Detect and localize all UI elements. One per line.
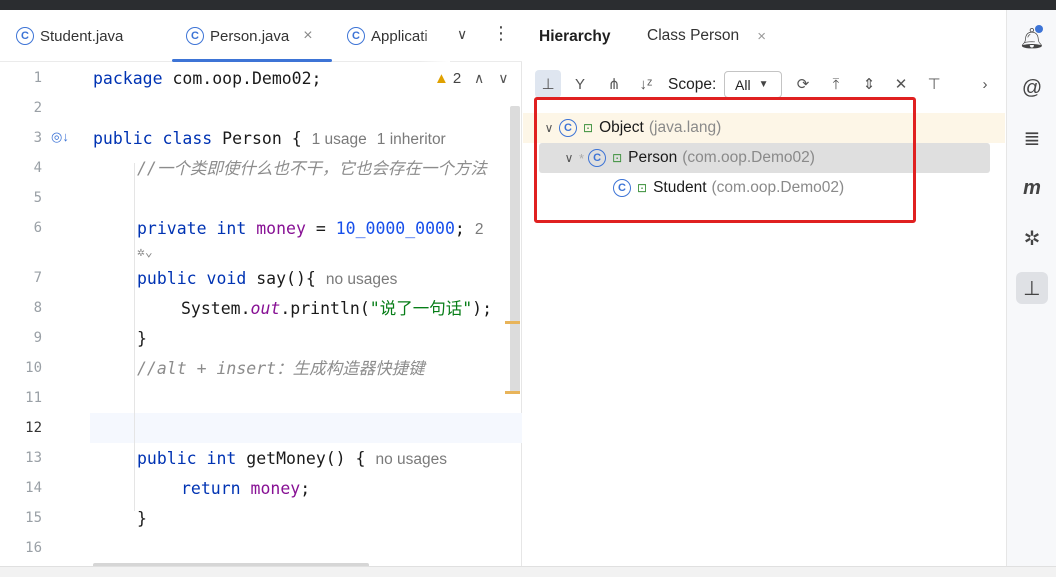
window-top-strip [0, 0, 1056, 10]
line-number: 5 [33, 190, 42, 206]
prev-next-problem-icons[interactable]: ∧∨ [474, 70, 523, 87]
indent-guide [134, 333, 135, 363]
class-icon: C [347, 27, 365, 45]
database-icon[interactable]: ≣ [1016, 122, 1048, 154]
current-line-highlight [90, 413, 522, 443]
line-number: 14 [25, 480, 42, 496]
warning-icon: ▲ [434, 70, 449, 87]
line-number: 13 [25, 450, 42, 466]
class-icon: C [186, 27, 204, 45]
expand-all-icon[interactable]: ⇕ [856, 70, 882, 98]
line-number: 8 [33, 300, 42, 316]
pin-icon[interactable]: ⊤ [921, 70, 947, 98]
collapse-all-icon[interactable]: ✕ [888, 70, 914, 98]
code-line-9: } [137, 329, 147, 348]
tab-close-icon[interactable]: × [303, 27, 312, 45]
type-hierarchy-icon[interactable]: ⊥ [535, 70, 561, 98]
supertypes-hierarchy-icon[interactable]: Y [567, 70, 593, 98]
line-number: 11 [25, 390, 42, 406]
code-editor: C Student.java C Person.java × C Applica… [0, 10, 522, 577]
scrollbar-warning-marker [505, 321, 520, 324]
tab-label: Person.java [210, 27, 290, 45]
code-line-8: System.out.println("说了一句话"); [181, 299, 493, 318]
more-options-icon[interactable]: ⋮ [492, 23, 510, 44]
vertical-scrollbar[interactable] [510, 106, 520, 394]
line-number: 7 [33, 270, 42, 286]
tab-label: Student.java [40, 27, 124, 45]
line-number-gutter: 1 2 3 ◎↓ 4 5 6 7 8 9 10 11 12 13 14 15 1… [0, 62, 90, 577]
hierarchy-header: Hierarchy Class Person × [523, 10, 1005, 62]
refresh-icon[interactable]: ⟳ [790, 70, 816, 98]
line-number: 12 [25, 420, 42, 436]
code-line-13: public int getMoney() {no usages [137, 449, 448, 468]
notifications-bell-icon[interactable]: 🔔︎ [1016, 22, 1048, 54]
line-number: 1 [33, 70, 42, 86]
usage-hint: no usages [325, 271, 398, 288]
code-area[interactable]: package com.oop.Demo02; public class Per… [90, 62, 522, 577]
annotation-highlight-box [534, 97, 916, 223]
inheritor-hint: 1 inheritor [376, 131, 446, 148]
code-line-4-comment: //一个类即使什么也不干，它也会存在一个方法 [137, 159, 487, 178]
tab-student-java[interactable]: C Student.java [16, 10, 166, 62]
maven-icon[interactable]: m [1016, 172, 1048, 204]
more-toolbar-chevron-icon[interactable]: › [972, 70, 998, 98]
code-line-10-comment: //alt + insert：生成构造器快捷键 [137, 359, 425, 378]
line-number: 6 [33, 220, 42, 236]
export-icon[interactable]: ⤒ [823, 70, 849, 98]
sort-alphabetically-icon[interactable]: ↓ᶻ [633, 70, 659, 98]
subtypes-hierarchy-icon[interactable]: ⋔ [601, 70, 627, 98]
editor-tab-bar: C Student.java C Person.java × C Applica… [0, 10, 522, 62]
code-line-1: package com.oop.Demo02; [93, 69, 322, 88]
close-icon[interactable]: × [757, 28, 766, 45]
code-line-15: } [137, 509, 147, 528]
scrollbar-warning-marker [505, 391, 520, 394]
code-line-6: private int money = 10_0000_0000; 2 [137, 219, 484, 238]
hierarchy-icon[interactable]: ⊥ [1016, 272, 1048, 304]
scope-value: All [735, 76, 751, 93]
warning-count: 2 [452, 70, 462, 87]
line-number: 16 [25, 540, 42, 556]
tab-class-person[interactable]: Class Person × [633, 18, 780, 54]
status-strip [0, 566, 1056, 577]
line-number: 4 [33, 160, 42, 176]
usage-hint: no usages [375, 451, 448, 468]
scope-dropdown[interactable]: All ▼ [724, 71, 782, 98]
implemented-overridden-gutter-icon[interactable]: ◎↓ [51, 129, 69, 145]
inspection-widget[interactable]: ▲ 2 [434, 70, 461, 87]
dropdown-caret-icon: ▼ [758, 79, 769, 90]
hierarchy-title: Hierarchy [539, 28, 611, 45]
tab-label: Class Person [647, 27, 740, 44]
ai-assistant-icon[interactable]: @ [1016, 72, 1048, 104]
scope-label: Scope: [668, 76, 717, 93]
tab-person-java[interactable]: C Person.java × [172, 10, 332, 62]
class-icon: C [16, 27, 34, 45]
jetbrains-ai-icon[interactable]: ✲ [1016, 222, 1048, 254]
usage-hint: 1 usage [311, 131, 367, 148]
right-tool-strip: 🔔︎ @ ≣ m ✲ ⊥ [1006, 10, 1056, 566]
line-number: 9 [33, 330, 42, 346]
line-number: 10 [25, 360, 42, 376]
line-number: 3 [33, 130, 42, 146]
line-number: 15 [25, 510, 42, 526]
code-line-14: return money; [181, 479, 311, 498]
hierarchy-tool-window: Hierarchy Class Person × ⊥ Y ⋔ ↓ᶻ Scope:… [523, 10, 1005, 566]
tabs-dropdown-chevron-icon[interactable]: ∨ [457, 26, 467, 43]
code-line-7: public void say(){no usages [137, 269, 398, 288]
notification-badge [1035, 25, 1043, 33]
tab-overflow-fade [420, 10, 450, 62]
line-number: 2 [33, 100, 42, 116]
code-line-3: public class Person {1 usage 1 inheritor [93, 129, 446, 148]
